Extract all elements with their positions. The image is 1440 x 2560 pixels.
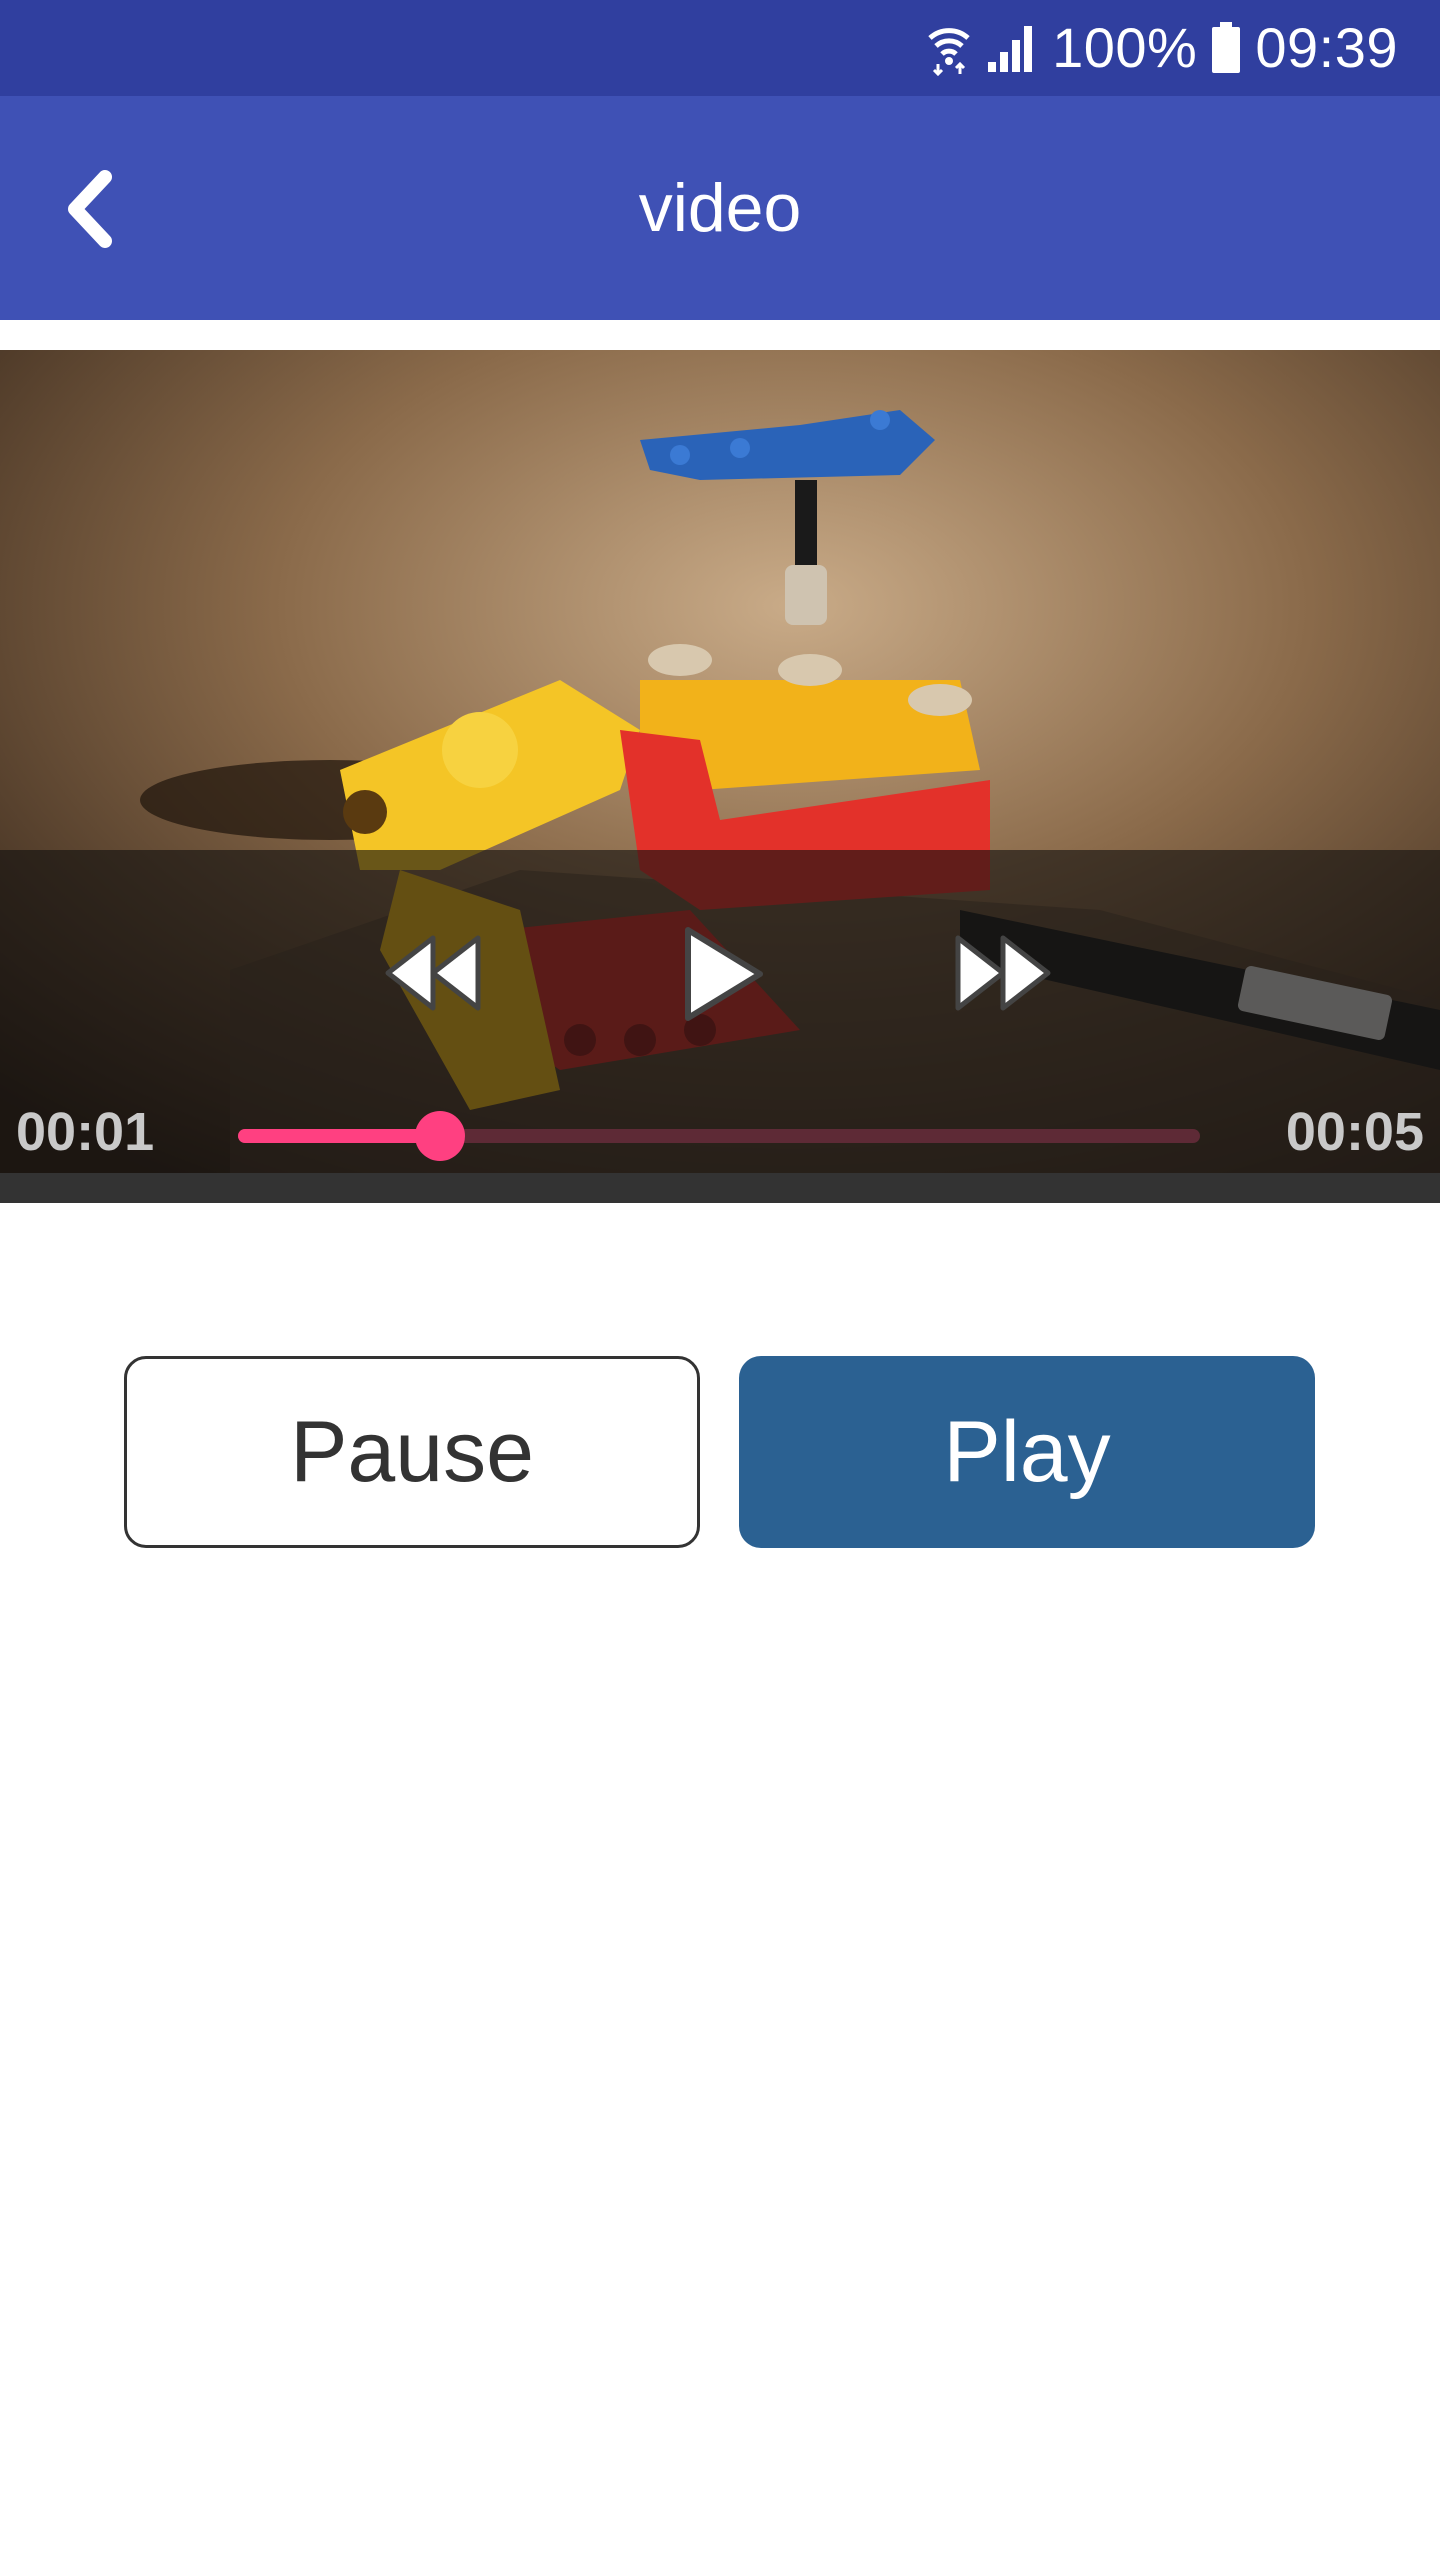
play-control-button[interactable] (668, 920, 776, 1028)
wifi-icon (928, 28, 970, 76)
app-bar: video (0, 96, 1440, 320)
seek-progress (238, 1129, 441, 1143)
battery-icon (1212, 22, 1241, 73)
seek-thumb[interactable] (415, 1111, 466, 1161)
page-title: video (638, 170, 802, 246)
fast-forward-icon (955, 935, 1051, 1011)
battery-percent: 100% (1052, 16, 1198, 79)
status-bar: 100% 09:39 (0, 0, 1440, 96)
elapsed-time: 00:01 (16, 1102, 155, 1162)
total-duration: 00:05 (1285, 1102, 1424, 1162)
pause-button[interactable]: Pause (124, 1356, 700, 1548)
rewind-button[interactable] (378, 928, 488, 1018)
play-button[interactable]: Play (739, 1356, 1315, 1548)
fast-forward-button[interactable] (948, 928, 1058, 1018)
signal-icon (988, 26, 1033, 72)
seek-bar[interactable] (238, 1111, 1200, 1161)
video-player[interactable]: 00:01 00:05 (0, 350, 1440, 1203)
play-icon (685, 927, 763, 1021)
video-bottom-strip (0, 1173, 1440, 1203)
rewind-icon (385, 935, 481, 1011)
clock: 09:39 (1255, 16, 1398, 79)
